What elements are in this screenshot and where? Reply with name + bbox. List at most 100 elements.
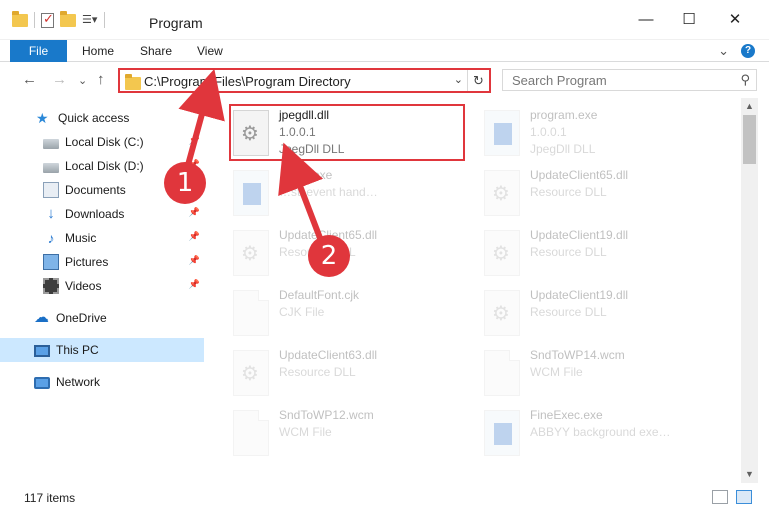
sidebar-item-videos[interactable]: Videos 📌 — [0, 274, 204, 298]
pin-icon[interactable]: 📌 — [189, 231, 200, 242]
file-item[interactable]: FineExec.exe ABBYY background exe… — [484, 408, 724, 466]
file-name: UpdateClient65.dll — [530, 168, 629, 182]
minimize-button[interactable]: — — [631, 8, 661, 32]
file-type: WCM File — [279, 425, 332, 439]
file-item[interactable]: …STI.exe …sti event hand… — [233, 168, 473, 226]
file-item[interactable]: UpdateClient19.dll Resource DLL — [484, 228, 724, 286]
file-name: SndToWP12.wcm — [279, 408, 374, 422]
sidebar-item-label: Videos — [65, 279, 102, 293]
search-icon[interactable]: ⚲ — [740, 72, 750, 88]
maximize-button[interactable]: ☐ — [674, 8, 704, 32]
recent-locations-icon[interactable]: ⌄ — [78, 74, 87, 87]
sidebar-item-onedrive[interactable]: ☁ OneDrive — [0, 306, 204, 330]
large-icons-view-icon[interactable] — [736, 490, 752, 504]
refresh-icon[interactable]: ↻ — [467, 70, 489, 91]
file-item[interactable]: SndToWP14.wcm WCM File — [484, 348, 724, 406]
file-name: UpdateClient63.dll — [279, 348, 378, 362]
scrollbar-thumb[interactable] — [743, 115, 756, 164]
videos-icon — [43, 278, 59, 294]
close-button[interactable]: ✕ — [720, 8, 750, 32]
star-icon: ★ — [36, 110, 49, 126]
vertical-scrollbar[interactable]: ▲ ▼ — [741, 98, 758, 483]
sidebar-item-network[interactable]: Network — [0, 370, 204, 394]
file-type: Resource DLL — [530, 245, 607, 259]
blank-file-icon — [233, 410, 269, 456]
sidebar-item-label: Local Disk (C:) — [65, 135, 144, 149]
customize-toolbar-icon[interactable]: ☰▾ — [82, 12, 98, 28]
up-icon[interactable]: ↑ — [97, 71, 105, 88]
expand-ribbon-icon[interactable]: ⌄ — [718, 43, 729, 59]
tab-home[interactable]: Home — [82, 40, 114, 62]
sidebar-item-label: Music — [65, 231, 97, 245]
address-path[interactable]: C:\Program Files\Program Directory — [144, 74, 351, 89]
file-type: WCM File — [530, 365, 583, 379]
file-type: Resource DLL — [530, 305, 607, 319]
properties-icon[interactable] — [41, 11, 54, 28]
file-name: UpdateClient19.dll — [530, 288, 629, 302]
sidebar-item-downloads[interactable]: ↓ Downloads 📌 — [0, 202, 204, 226]
divider — [104, 12, 105, 28]
scroll-up-icon[interactable]: ▲ — [741, 98, 758, 115]
sidebar-item-label: Downloads — [65, 207, 125, 221]
file-name: …STI.exe — [279, 168, 333, 182]
file-item[interactable]: UpdateClient63.dll Resource DLL — [233, 348, 473, 406]
sidebar-item-label: Quick access — [58, 111, 130, 125]
file-item[interactable]: DefaultFont.cjk CJK File — [233, 288, 473, 346]
exe-icon — [484, 110, 520, 156]
chevron-down-icon[interactable]: ⌄ — [454, 73, 463, 86]
music-icon: ♪ — [47, 230, 55, 246]
dll-gear-icon — [484, 230, 520, 276]
pin-icon[interactable]: 📌 — [189, 279, 200, 290]
pin-icon[interactable]: 📌 — [189, 135, 200, 146]
file-name: UpdateClient19.dll — [530, 228, 629, 242]
help-icon[interactable]: ? — [741, 44, 755, 58]
file-item[interactable]: SndToWP12.wcm WCM File — [233, 408, 473, 466]
tab-view[interactable]: View — [197, 40, 223, 62]
sidebar-item-pictures[interactable]: Pictures 📌 — [0, 250, 204, 274]
address-bar[interactable]: C:\Program Files\Program Directory ⌄ ↻ — [118, 68, 491, 93]
file-name: FineExec.exe — [530, 408, 603, 422]
pin-icon[interactable]: 📌 — [189, 255, 200, 266]
disk-icon — [43, 138, 59, 149]
ribbon-tabs: File Home Share View ⌄ ? — [0, 40, 769, 62]
pin-icon[interactable]: 📌 — [189, 207, 200, 218]
search-box[interactable]: Search Program ⚲ — [502, 69, 757, 91]
tab-share[interactable]: Share — [140, 40, 172, 62]
dll-gear-icon — [233, 230, 269, 276]
new-folder-icon[interactable] — [60, 10, 76, 27]
file-item[interactable]: UpdateClient65.dll Resource DLL — [233, 228, 473, 286]
blank-file-icon — [233, 290, 269, 336]
file-item[interactable]: program.exe 1.0.0.1 JpegDll DLL — [484, 108, 724, 166]
downloads-icon: ↓ — [47, 205, 55, 222]
title-bar: ☰▾ Program — ☐ ✕ — [0, 0, 769, 40]
file-item[interactable]: UpdateClient65.dll Resource DLL — [484, 168, 724, 226]
file-type: Resource DLL — [279, 365, 356, 379]
sidebar-item-label: Documents — [65, 183, 126, 197]
onedrive-icon: ☁ — [34, 309, 49, 326]
search-input[interactable]: Search Program — [512, 73, 607, 88]
sidebar-item-music[interactable]: ♪ Music 📌 — [0, 226, 204, 250]
forward-icon[interactable]: → — [52, 71, 67, 88]
details-view-icon[interactable] — [712, 490, 728, 504]
back-icon[interactable]: ← — [22, 71, 37, 88]
highlight-box — [229, 104, 465, 161]
file-type: CJK File — [279, 305, 325, 319]
file-item[interactable]: UpdateClient19.dll Resource DLL — [484, 288, 724, 346]
tab-file[interactable]: File — [10, 40, 67, 62]
sidebar-item-local-disk-c[interactable]: Local Disk (C:) 📌 — [0, 130, 204, 154]
sidebar-item-label: Pictures — [65, 255, 109, 269]
navigation-bar: ← → ⌄ ↑ C:\Program Files\Program Directo… — [0, 62, 769, 98]
dll-gear-icon — [484, 170, 520, 216]
exe-icon — [484, 410, 520, 456]
scroll-down-icon[interactable]: ▼ — [741, 466, 758, 483]
status-bar: 117 items — [0, 485, 769, 509]
file-description: JpegDll DLL — [530, 142, 596, 156]
sidebar-item-label: Local Disk (D:) — [65, 159, 144, 173]
window-title: Program — [149, 15, 203, 31]
blank-file-icon — [484, 350, 520, 396]
sidebar-item-this-pc[interactable]: This PC — [0, 338, 204, 362]
network-icon — [34, 377, 50, 389]
pictures-icon — [43, 254, 59, 270]
divider — [34, 12, 35, 28]
sidebar-item-quick-access[interactable]: ★ Quick access — [0, 106, 204, 130]
